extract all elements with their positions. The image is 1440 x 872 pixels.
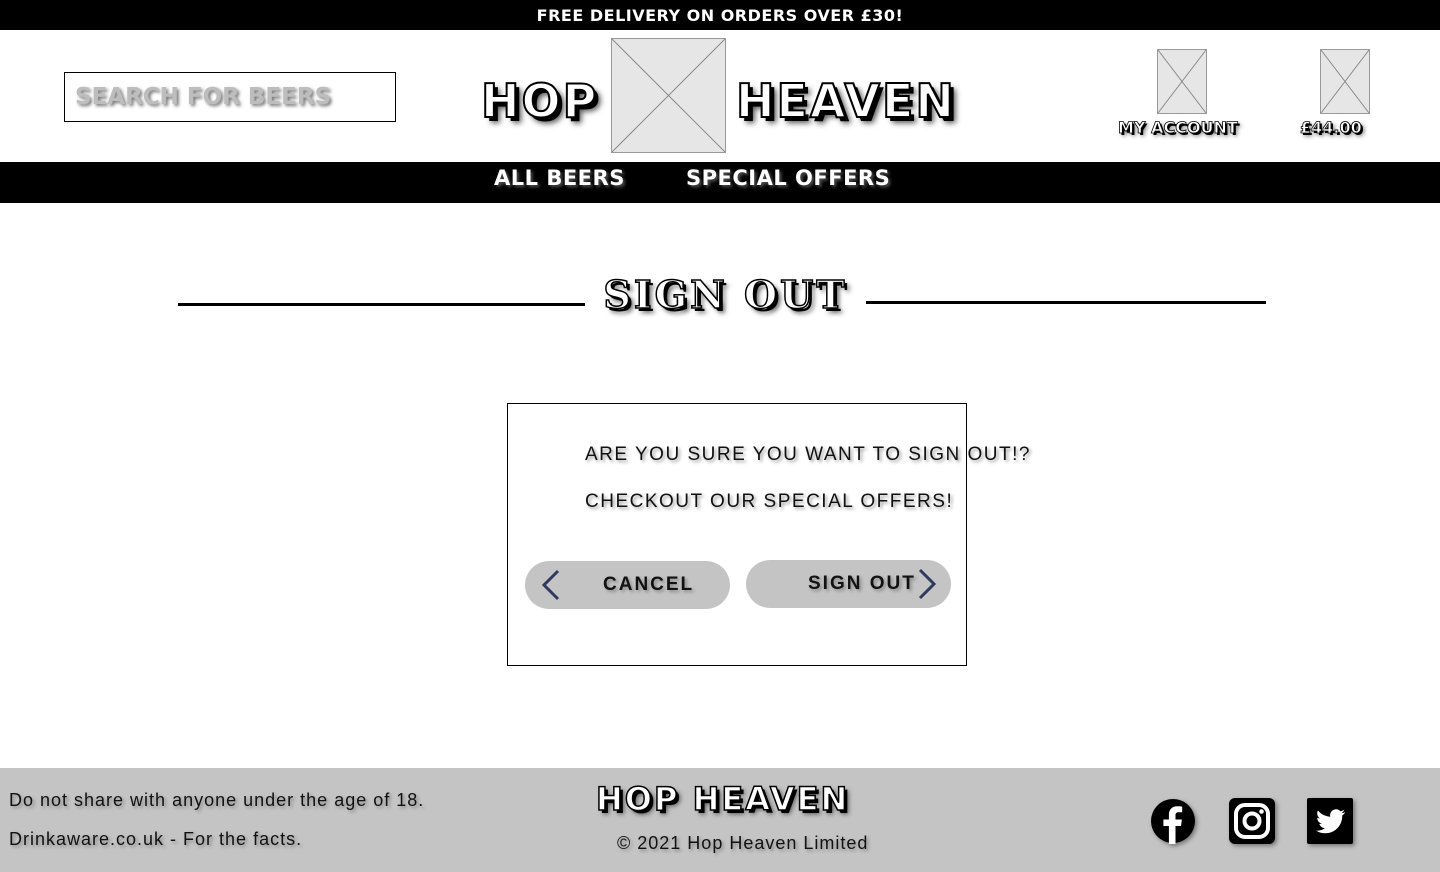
confirm-message: ARE YOU SURE YOU WANT TO SIGN OUT!? bbox=[585, 444, 1031, 465]
drinkaware-link[interactable]: Drinkaware.co.uk - For the facts. bbox=[9, 829, 302, 850]
age-notice: Do not share with anyone under the age o… bbox=[9, 790, 425, 810]
logo-text-hop[interactable]: HOP bbox=[480, 73, 598, 129]
chevron-right-icon bbox=[918, 568, 937, 600]
logo-image-placeholder[interactable] bbox=[611, 38, 726, 153]
instagram-icon[interactable] bbox=[1229, 798, 1275, 844]
delivery-banner-text: FREE DELIVERY ON ORDERS OVER £30! bbox=[536, 5, 904, 25]
logo-text-heaven[interactable]: HEAVEN bbox=[735, 73, 956, 129]
copyright-text: © 2021 Hop Heaven Limited bbox=[617, 833, 869, 853]
offers-message: CHECKOUT OUR SPECIAL OFFERS! bbox=[585, 491, 954, 512]
twitter-icon[interactable] bbox=[1307, 798, 1353, 844]
sign-out-button-label: SIGN OUT bbox=[808, 573, 916, 594]
cancel-button-label: CANCEL bbox=[603, 574, 695, 595]
sign-out-button[interactable]: SIGN OUT bbox=[746, 560, 951, 608]
page-title: SIGN OUT bbox=[603, 271, 848, 318]
nav-item-special-offers[interactable]: SPECIAL OFFERS bbox=[686, 166, 890, 190]
chevron-left-icon bbox=[541, 569, 560, 601]
my-account-link[interactable]: MY ACCOUNT bbox=[1118, 118, 1239, 138]
title-divider-left bbox=[178, 303, 585, 306]
cart-total-link[interactable]: £44.00 bbox=[1300, 118, 1363, 138]
footer-logo[interactable]: HOP HEAVEN bbox=[595, 779, 849, 819]
footer: Do not share with anyone under the age o… bbox=[0, 768, 1440, 872]
title-divider-right bbox=[866, 301, 1266, 304]
main-nav: ALL BEERS SPECIAL OFFERS bbox=[0, 162, 1440, 203]
cancel-button[interactable]: CANCEL bbox=[525, 561, 730, 609]
delivery-banner: FREE DELIVERY ON ORDERS OVER £30! bbox=[0, 0, 1440, 30]
account-icon[interactable] bbox=[1157, 49, 1207, 114]
nav-item-all-beers[interactable]: ALL BEERS bbox=[494, 166, 625, 190]
sign-out-dialog: ARE YOU SURE YOU WANT TO SIGN OUT!? CHEC… bbox=[507, 403, 1029, 666]
facebook-icon[interactable] bbox=[1150, 798, 1196, 844]
cart-icon[interactable] bbox=[1320, 49, 1370, 114]
search-input[interactable] bbox=[64, 72, 396, 122]
